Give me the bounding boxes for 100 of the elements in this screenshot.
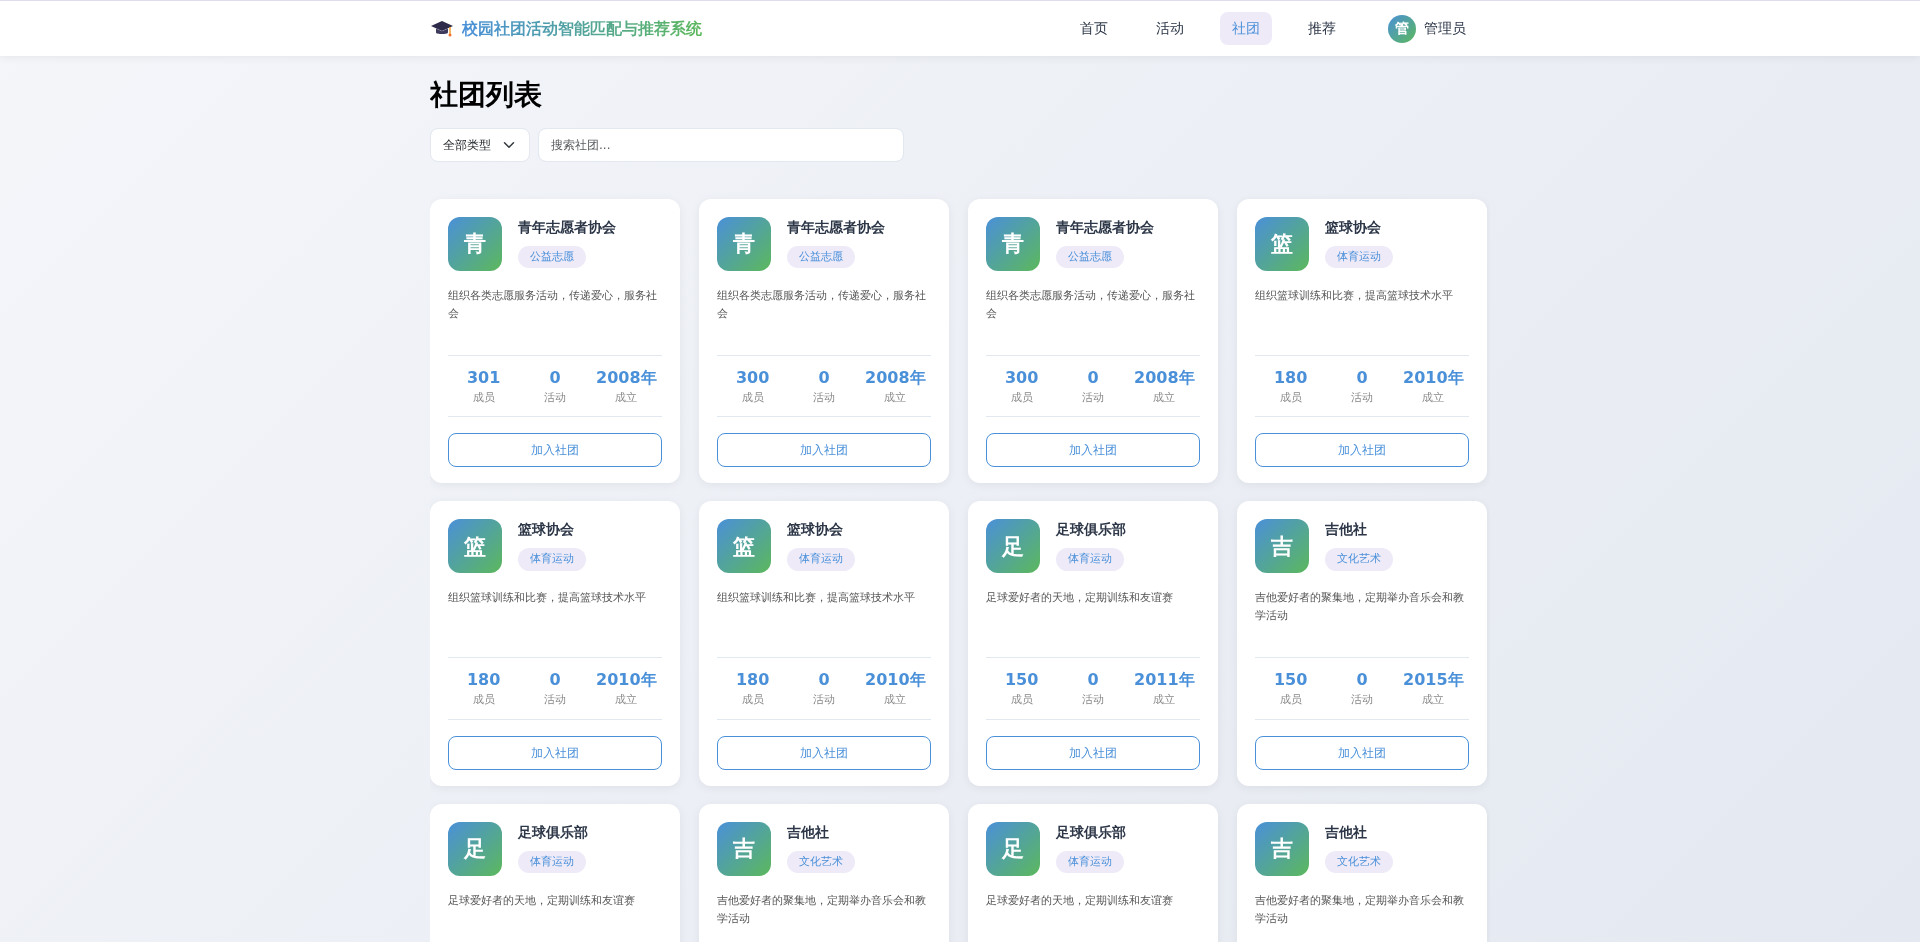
club-description: 吉他爱好者的聚集地，定期举办音乐会和教学活动 [1255,892,1465,927]
nav-link[interactable]: 活动 [1144,12,1196,45]
club-avatar: 足 [448,821,502,876]
stat-value: 0 [1356,366,1368,389]
stat-label: 成立 [615,692,638,709]
club-description: 组织各类志愿服务活动，传递爱心，服务社会 [717,287,927,322]
club-avatar: 篮 [1255,216,1309,271]
category-tag: 文化艺术 [787,850,855,874]
club-avatar: 吉 [1255,821,1309,876]
club-avatar: 吉 [717,821,771,876]
stat-value: 2010年 [1403,366,1464,389]
nav-link[interactable]: 首页 [1068,12,1120,45]
club-avatar: 青 [448,216,502,271]
stat-value: 0 [1087,669,1099,692]
nav-link[interactable]: 推荐 [1296,12,1348,45]
club-name: 篮球协会 [787,520,843,540]
stat-value: 2008年 [596,366,657,389]
club-description: 吉他爱好者的聚集地，定期举办音乐会和教学活动 [1255,590,1465,625]
stat-label: 活动 [813,389,835,406]
stat-value: 2011年 [1134,669,1195,692]
stat-value: 300 [1004,366,1039,389]
club-avatar: 吉 [1255,519,1309,574]
join-button[interactable]: 加入社团 [448,433,662,468]
stat-label: 成立 [615,389,638,406]
stat-label: 成立 [884,389,907,406]
club-description: 组织篮球训练和比赛，提高篮球技术水平 [717,590,916,607]
stat-label: 成立 [1153,692,1176,709]
club-avatar: 足 [986,519,1040,574]
join-button[interactable]: 加入社团 [1255,433,1469,468]
stat-value: 301 [466,366,501,389]
stat-label: 成员 [472,692,495,709]
stat-label: 成立 [1153,389,1176,406]
stat-value: 180 [1273,366,1308,389]
club-avatar: 青 [986,216,1040,271]
type-select[interactable]: 全部类型 [430,127,530,162]
stat-value: 150 [1004,669,1039,692]
category-tag: 体育运动 [518,548,586,571]
page-title: 社团列表 [430,78,543,112]
club-avatar: 篮 [717,519,771,574]
stat-value: 0 [818,669,830,692]
stat-value: 2008年 [865,366,926,389]
category-tag: 体育运动 [518,850,586,874]
club-description: 组织篮球训练和比赛，提高篮球技术水平 [1255,287,1454,304]
stat-label: 成员 [741,692,764,709]
stat-label: 成立 [884,692,907,709]
stat-label: 活动 [544,692,566,709]
stat-value: 300 [735,366,770,389]
club-name: 青年志愿者协会 [518,217,616,237]
stat-value: 0 [549,669,561,692]
stat-value: 0 [818,366,830,389]
stat-label: 成员 [1279,692,1302,709]
category-tag: 公益志愿 [518,245,586,269]
club-description: 足球爱好者的天地，定期训练和友谊赛 [448,892,636,909]
nav-link[interactable]: 社团 [1220,12,1272,45]
club-name: 吉他社 [1325,822,1367,842]
stat-label: 活动 [1351,389,1373,406]
join-button[interactable]: 加入社团 [1255,735,1469,770]
club-name: 青年志愿者协会 [1056,217,1154,237]
stat-value: 0 [1087,366,1099,389]
stat-label: 成员 [1279,389,1302,406]
category-tag: 体育运动 [1325,245,1393,269]
join-button[interactable]: 加入社团 [717,433,931,468]
stat-label: 成员 [1010,389,1033,406]
club-description: 吉他爱好者的聚集地，定期举办音乐会和教学活动 [717,892,927,927]
club-description: 组织篮球训练和比赛，提高篮球技术水平 [448,590,647,607]
club-name: 篮球协会 [1325,217,1381,237]
category-tag: 公益志愿 [787,245,855,269]
club-name: 足球俱乐部 [1056,822,1126,842]
stat-label: 活动 [813,692,835,709]
join-button[interactable]: 加入社团 [448,735,662,770]
join-button[interactable]: 加入社团 [986,735,1200,770]
stat-value: 2015年 [1403,669,1464,692]
user-avatar: 管 [1388,14,1416,43]
user-name[interactable]: 管理员 [1424,12,1466,45]
club-name: 足球俱乐部 [1056,520,1126,540]
stat-value: 2010年 [596,669,657,692]
club-name: 吉他社 [1325,520,1367,540]
stat-value: 0 [1356,669,1368,692]
stat-value: 2008年 [1134,366,1195,389]
club-avatar: 足 [986,821,1040,876]
club-description: 足球爱好者的天地，定期训练和友谊赛 [986,892,1174,909]
stat-label: 活动 [1082,692,1104,709]
club-name: 青年志愿者协会 [787,217,885,237]
club-description: 组织各类志愿服务活动，传递爱心，服务社会 [986,287,1196,322]
stat-value: 150 [1273,669,1308,692]
category-tag: 体育运动 [1056,850,1124,874]
category-tag: 文化艺术 [1325,850,1393,874]
join-button[interactable]: 加入社团 [717,735,931,770]
stat-label: 活动 [1351,692,1373,709]
stat-label: 成立 [1422,692,1445,709]
club-avatar: 篮 [448,519,502,574]
stat-label: 活动 [544,389,566,406]
stat-value: 180 [466,669,501,692]
join-button[interactable]: 加入社团 [986,433,1200,468]
club-name: 吉他社 [787,822,829,842]
club-name: 篮球协会 [518,520,574,540]
search-field[interactable]: 搜索社团... [538,127,904,162]
stat-label: 成立 [1422,389,1445,406]
category-tag: 公益志愿 [1056,245,1124,269]
stat-label: 成员 [741,389,764,406]
